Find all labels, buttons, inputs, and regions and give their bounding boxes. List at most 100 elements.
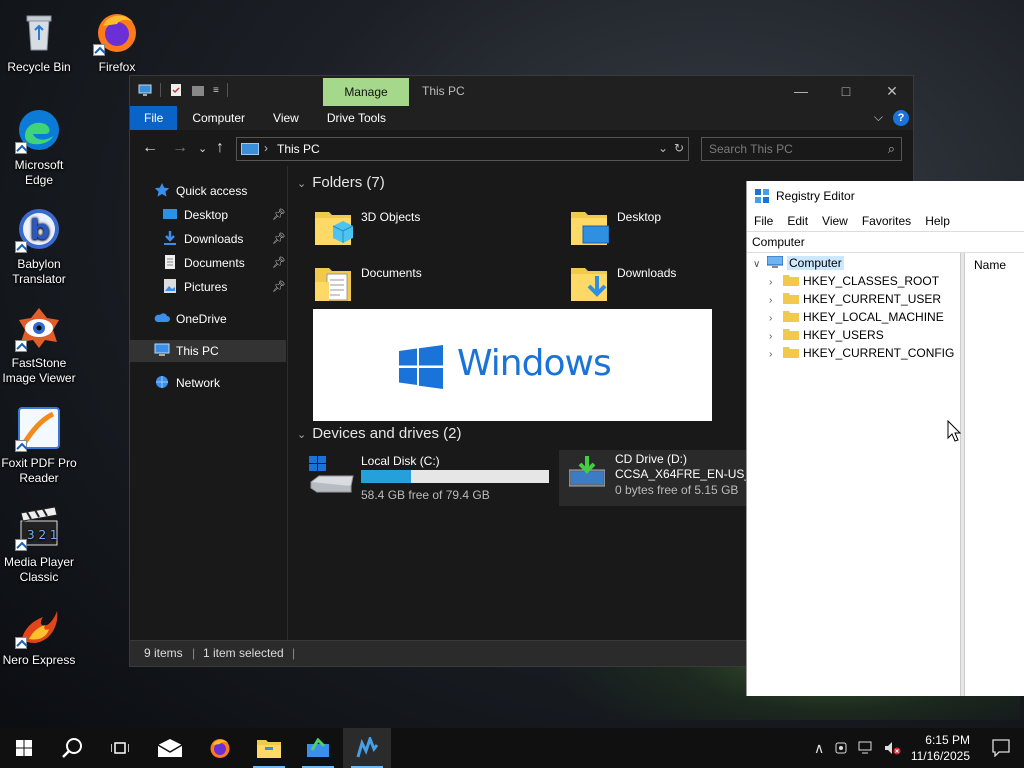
- menu-help[interactable]: Help: [925, 211, 950, 231]
- chevron-up-icon[interactable]: ∧: [814, 740, 824, 757]
- expand-ribbon-icon[interactable]: ⌵: [874, 110, 883, 125]
- nav-label: Downloads: [184, 232, 244, 246]
- nav-label: This PC: [176, 344, 219, 358]
- pin-icon[interactable]: 📌︎: [272, 252, 286, 274]
- notification-center-icon[interactable]: [992, 739, 1010, 757]
- address-dropdown-icon[interactable]: ⌄: [658, 141, 668, 155]
- tree-item-hkey[interactable]: › HKEY_CURRENT_USER: [769, 290, 941, 308]
- desktop-icon-firefox[interactable]: Firefox: [78, 8, 156, 75]
- search-icon: ⌕: [887, 141, 895, 156]
- back-arrow-icon[interactable]: ←: [142, 139, 158, 157]
- drive-usage-bar: [361, 470, 549, 483]
- desktop-icon-babylon[interactable]: b Babylon Translator: [0, 205, 78, 287]
- column-header-name[interactable]: Name: [974, 258, 1006, 272]
- desktop-icon-mpc[interactable]: 3 2 1 Media Player Classic: [0, 503, 78, 585]
- forward-arrow-icon[interactable]: →: [172, 139, 188, 157]
- taskbar-mail[interactable]: [146, 728, 194, 768]
- 3d-objects-folder-icon: [315, 212, 353, 245]
- close-button[interactable]: ✕: [869, 76, 915, 106]
- task-view-button[interactable]: [96, 728, 144, 768]
- desktop-icon-foxit[interactable]: Foxit PDF Pro Reader: [0, 404, 78, 486]
- regedit-title-bar[interactable]: Registry Editor: [747, 181, 1024, 211]
- volume-muted-icon[interactable]: [884, 741, 902, 755]
- search-button[interactable]: [48, 728, 96, 768]
- desktop-icon-edge[interactable]: Microsoft Edge: [0, 106, 78, 188]
- tree-item-hkey[interactable]: › HKEY_CLASSES_ROOT: [769, 272, 939, 290]
- faststone-eye-icon: [15, 304, 63, 352]
- computer-icon: [767, 256, 783, 268]
- recent-locations-icon[interactable]: ⌄: [198, 142, 207, 155]
- menu-view[interactable]: View: [822, 211, 848, 231]
- breadcrumb-separator-icon[interactable]: ›: [264, 141, 268, 155]
- ribbon-tabs: File Computer View Drive Tools ⌵ ?: [130, 106, 913, 130]
- pin-icon[interactable]: 📌︎: [272, 276, 286, 298]
- desktop-icon-label: Recycle Bin: [7, 60, 71, 74]
- properties-icon[interactable]: [169, 83, 183, 97]
- registry-tree: ∨ Computer › HKEY_CLASSES_ROOT › HKEY_CURRE…: [747, 253, 961, 696]
- tree-item-hkey[interactable]: › HKEY_LOCAL_MACHINE: [769, 308, 944, 326]
- taskbar-registry-editor[interactable]: [343, 728, 391, 768]
- new-folder-icon[interactable]: [191, 83, 205, 97]
- tree-item-computer[interactable]: ∨ Computer: [753, 254, 844, 272]
- nav-onedrive[interactable]: OneDrive: [154, 308, 284, 330]
- group-header-devices[interactable]: ⌄ Devices and drives (2): [297, 425, 461, 442]
- drive-cd-d[interactable]: CD Drive (D:) CCSA_X64FRE_EN-US_DV 0 byt…: [559, 450, 768, 506]
- nav-desktop[interactable]: Desktop 📌︎: [162, 204, 286, 226]
- tree-item-hkey[interactable]: › HKEY_CURRENT_CONFIG: [769, 344, 954, 362]
- folder-3d-objects[interactable]: 3D Objects: [313, 204, 553, 254]
- regedit-address-bar[interactable]: Computer: [747, 231, 1024, 253]
- maximize-button[interactable]: □: [823, 76, 869, 106]
- pin-icon[interactable]: 📌︎: [272, 204, 286, 226]
- taskbar-app-window[interactable]: [294, 728, 342, 768]
- device-icon[interactable]: [834, 741, 848, 755]
- address-bar[interactable]: › This PC ⌄ ↻: [236, 137, 689, 161]
- nav-downloads[interactable]: Downloads 📌︎: [162, 228, 286, 250]
- pin-icon[interactable]: 📌︎: [272, 228, 286, 250]
- collapse-chevron-icon[interactable]: ∨: [753, 256, 767, 274]
- tab-view[interactable]: View: [259, 106, 313, 130]
- help-icon[interactable]: ?: [893, 110, 909, 126]
- pane-splitter[interactable]: [961, 253, 965, 696]
- drive-free-space: 58.4 GB free of 79.4 GB: [361, 488, 490, 502]
- nav-pictures[interactable]: Pictures 📌︎: [162, 276, 286, 298]
- customize-toolbar-icon[interactable]: ≡: [213, 85, 219, 96]
- nav-label: Documents: [184, 256, 245, 270]
- nav-this-pc[interactable]: This PC: [130, 340, 286, 362]
- drive-local-disk-c[interactable]: Local Disk (C:) 58.4 GB free of 79.4 GB: [309, 452, 559, 508]
- registry-editor-window: Registry Editor File Edit View Favorites…: [746, 181, 1024, 696]
- menu-file[interactable]: File: [754, 211, 773, 231]
- network-icon[interactable]: [858, 741, 874, 755]
- desktop-icon-nero[interactable]: Nero Express: [0, 601, 78, 668]
- nav-network[interactable]: Network: [154, 372, 284, 394]
- search-input[interactable]: Search This PC ⌕: [701, 137, 902, 161]
- minimize-button[interactable]: —: [778, 76, 824, 106]
- download-arrow-icon: [164, 231, 176, 245]
- up-arrow-icon[interactable]: ↑: [216, 139, 224, 157]
- system-clock[interactable]: 6:15 PM 11/16/2025: [911, 732, 970, 764]
- folder-documents[interactable]: Documents: [313, 260, 553, 310]
- nav-documents[interactable]: Documents 📌︎: [162, 252, 286, 274]
- expand-chevron-icon[interactable]: ›: [769, 346, 783, 364]
- tab-drive-tools[interactable]: Drive Tools: [313, 106, 400, 130]
- breadcrumb-this-pc[interactable]: This PC: [277, 142, 320, 156]
- explorer-title-bar[interactable]: ≡ Manage This PC — □ ✕: [130, 76, 913, 106]
- menu-edit[interactable]: Edit: [787, 211, 808, 231]
- tree-label: HKEY_CURRENT_CONFIG: [803, 346, 955, 360]
- desktop-icon-faststone[interactable]: FastStone Image Viewer: [0, 304, 78, 386]
- desktop-icon-recycle-bin[interactable]: Recycle Bin: [0, 8, 78, 75]
- group-header-folders[interactable]: ⌄ Folders (7): [297, 174, 385, 191]
- search-placeholder: Search This PC: [709, 142, 793, 156]
- taskbar-file-explorer[interactable]: [245, 728, 293, 768]
- nav-quick-access[interactable]: Quick access: [154, 180, 284, 202]
- nav-label: Network: [176, 376, 221, 390]
- refresh-icon[interactable]: ↻: [674, 141, 684, 155]
- tree-item-hkey[interactable]: › HKEY_USERS: [769, 326, 884, 344]
- start-button[interactable]: [0, 728, 48, 768]
- menu-favorites[interactable]: Favorites: [862, 211, 911, 231]
- downloads-folder-icon: [571, 268, 607, 301]
- taskbar-firefox[interactable]: [196, 728, 244, 768]
- folder-label: Documents: [361, 266, 422, 280]
- tab-computer[interactable]: Computer: [177, 106, 259, 130]
- tab-manage[interactable]: Manage: [323, 78, 409, 106]
- tab-file[interactable]: File: [130, 106, 178, 130]
